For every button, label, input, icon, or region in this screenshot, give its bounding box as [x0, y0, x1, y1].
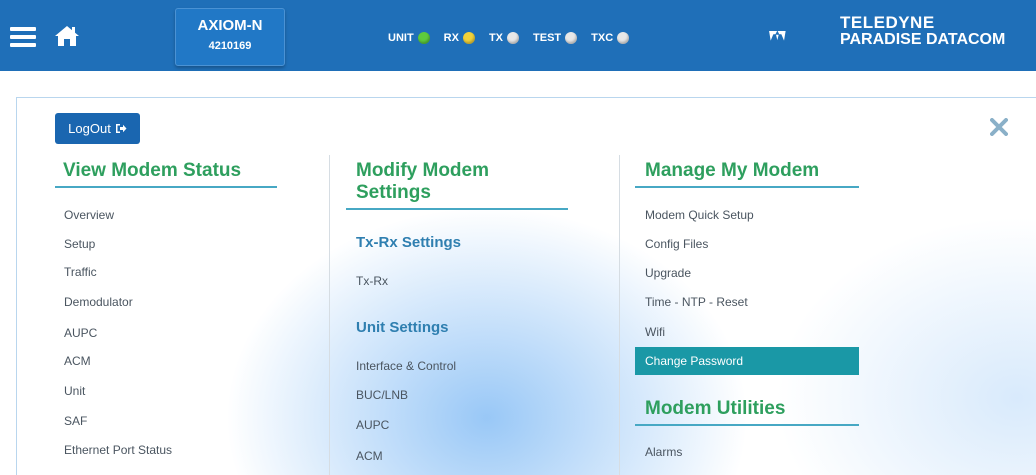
logout-icon [115, 124, 127, 133]
menu-item-upgrade[interactable]: Upgrade [645, 266, 691, 280]
indicator-label: TXC [591, 32, 614, 44]
indicator-test: TEST [533, 32, 578, 44]
modem-serial: 4210169 [208, 40, 252, 52]
status-led-icon [617, 32, 630, 44]
modem-model: AXIOM-N [197, 17, 263, 34]
column-title: Modify Modem Settings [346, 160, 568, 210]
indicator-txc: TXC [591, 32, 630, 44]
menu-item-tx-rx[interactable]: Tx-Rx [356, 274, 388, 288]
status-indicators: UNIT RX TX TEST TXC [388, 32, 643, 44]
menu-item-acm[interactable]: ACM [64, 354, 91, 368]
menu-item-saf[interactable]: SAF [64, 414, 87, 428]
column-title: Manage My Modem [635, 160, 859, 188]
menu-item-ethernet-port-status[interactable]: Ethernet Port Status [64, 443, 172, 457]
menu-item-buc-lnb[interactable]: BUC/LNB [356, 388, 408, 402]
main-menu-panel: LogOut View Modem Status Overview Setup … [16, 97, 1036, 475]
column-divider [329, 155, 330, 475]
top-bar: AXIOM-N 4210169 UNIT RX TX TEST TXC TELE… [0, 0, 1036, 71]
menu-item-change-password[interactable]: Change Password [645, 354, 743, 368]
indicator-unit: UNIT [388, 32, 430, 44]
logout-label: LogOut [68, 121, 111, 136]
menu-item-interface-control[interactable]: Interface & Control [356, 359, 456, 373]
menu-item-overview[interactable]: Overview [64, 208, 114, 222]
section-title-tx-rx-settings: Tx-Rx Settings [356, 234, 462, 251]
column-title-line2: Settings [356, 182, 431, 203]
status-led-icon [507, 32, 520, 44]
menu-item-wifi[interactable]: Wifi [645, 325, 665, 339]
company-logo-text: TELEDYNE PARADISE DATACOM [840, 14, 1005, 48]
modify-modem-settings-column: Modify Modem Settings [346, 160, 568, 210]
status-led-icon [417, 32, 430, 44]
menu-item-aupc[interactable]: AUPC [64, 326, 97, 340]
indicator-label: TX [488, 32, 504, 44]
home-icon[interactable] [54, 24, 80, 48]
indicator-tx: TX [488, 32, 520, 44]
menu-item-unit[interactable]: Unit [64, 384, 85, 398]
indicator-label: TEST [533, 32, 562, 44]
modem-utilities-section: Modem Utilities [635, 398, 859, 426]
teledyne-logo-icon [769, 30, 786, 41]
indicator-label: UNIT [388, 32, 414, 44]
menu-item-acm[interactable]: ACM [356, 449, 383, 463]
menu-item-aupc[interactable]: AUPC [356, 418, 389, 432]
logout-button[interactable]: LogOut [55, 113, 140, 144]
manage-my-modem-column: Manage My Modem [635, 160, 859, 188]
menu-item-traffic[interactable]: Traffic [64, 265, 97, 279]
menu-item-time-ntp-reset[interactable]: Time - NTP - Reset [645, 295, 748, 309]
close-icon[interactable] [990, 118, 1008, 136]
column-title: View Modem Status [55, 160, 277, 188]
logo-line1: TELEDYNE [840, 13, 935, 32]
menu-item-alarms[interactable]: Alarms [645, 445, 682, 459]
column-title-line1: Modify Modem [356, 160, 489, 181]
indicator-label: RX [443, 32, 459, 44]
status-led-icon [565, 32, 578, 44]
column-divider [619, 155, 620, 475]
indicator-rx: RX [444, 32, 475, 44]
logo-line2: PARADISE DATACOM [840, 31, 1006, 48]
menu-item-demodulator[interactable]: Demodulator [64, 295, 133, 309]
status-led-icon [462, 32, 475, 44]
hamburger-menu-icon[interactable] [10, 27, 36, 47]
section-title-modem-utilities: Modem Utilities [635, 398, 859, 426]
unit-info-box[interactable]: AXIOM-N 4210169 [175, 8, 285, 66]
view-modem-status-column: View Modem Status [55, 160, 277, 188]
section-title-unit-settings: Unit Settings [356, 319, 449, 336]
menu-item-modem-quick-setup[interactable]: Modem Quick Setup [645, 208, 754, 222]
menu-item-setup[interactable]: Setup [64, 237, 95, 251]
menu-item-config-files[interactable]: Config Files [645, 237, 708, 251]
